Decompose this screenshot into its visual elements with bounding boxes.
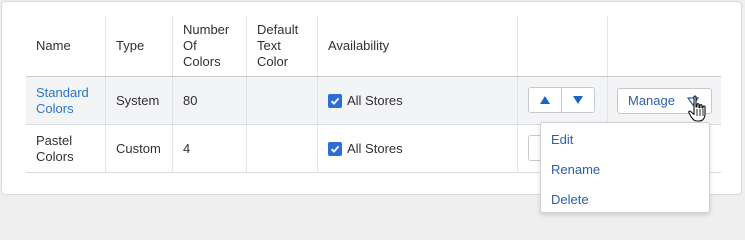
checkmark-icon [330, 145, 340, 153]
menu-item-rename[interactable]: Rename [551, 162, 600, 177]
header-actions [608, 16, 721, 76]
order-button-group [528, 87, 595, 113]
row-name-cell: Standard Colors [26, 77, 106, 124]
header-default-text-color: Default Text Color [247, 16, 318, 76]
row-type: System [106, 77, 173, 124]
availability-checkbox[interactable] [328, 141, 342, 156]
table-row: Standard Colors System 80 All Stores Man… [26, 77, 721, 125]
row-availability: All Stores [318, 125, 518, 172]
palette-name-link[interactable]: Standard Colors [36, 85, 89, 117]
row-order-cell [518, 77, 608, 124]
arrow-up-icon [540, 96, 550, 104]
menu-item-edit[interactable]: Edit [551, 132, 573, 147]
arrow-down-icon [573, 96, 583, 104]
row-name-cell: Pastel Colors [26, 125, 106, 172]
header-name: Name [26, 16, 106, 76]
hand-pointer-icon [688, 95, 706, 122]
checkmark-icon [330, 97, 340, 105]
row-type: Custom [106, 125, 173, 172]
header-order [518, 16, 608, 76]
move-up-button[interactable] [529, 88, 561, 112]
header-number-of-colors: Number Of Colors [173, 16, 247, 76]
row-default-text-color [247, 77, 318, 124]
availability-checkbox[interactable] [328, 93, 342, 108]
menu-item-delete[interactable]: Delete [551, 192, 589, 207]
header-type: Type [106, 16, 173, 76]
palette-name: Pastel Colors [36, 132, 74, 164]
move-down-button[interactable] [561, 88, 594, 112]
header-availability: Availability [318, 16, 518, 76]
table-header: Name Type Number Of Colors Default Text … [26, 16, 721, 77]
row-color-count: 4 [173, 125, 247, 172]
row-default-text-color [247, 125, 318, 172]
row-availability: All Stores [318, 77, 518, 124]
manage-dropdown-menu: Edit Rename Delete [540, 122, 710, 213]
row-color-count: 80 [173, 77, 247, 124]
